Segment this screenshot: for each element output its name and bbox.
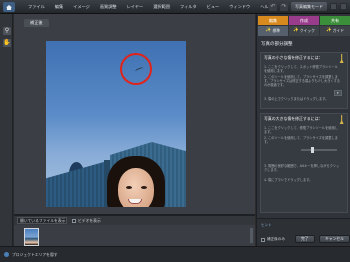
section2-title: 写真の大きな傷を修正するには： <box>264 116 323 121</box>
subtab-quick[interactable]: ✨ クイック <box>289 26 319 36</box>
panel-tabs: 編集 作成 共有 <box>258 16 350 25</box>
after-only-checkbox[interactable] <box>261 237 265 242</box>
wand-icon: ✨ <box>265 28 272 33</box>
highlight-circle <box>120 53 152 85</box>
minimize-button[interactable] <box>330 3 337 10</box>
right-eye-shape <box>141 186 147 189</box>
tab-share[interactable]: 共有 <box>320 16 350 25</box>
zoom-tool-icon[interactable]: ⚲ <box>3 27 11 35</box>
show-video-checkbox[interactable] <box>72 219 76 223</box>
menu-edit[interactable]: 編集 <box>50 0 68 14</box>
section2-step2: 2. このツールを使用して、ブラシサイズを調整します。 <box>264 136 338 145</box>
menu-file[interactable]: ファイル <box>23 0 50 14</box>
section2-step4: 4. 傷にブラシでドラッグします。 <box>264 178 313 182</box>
healing-brush-icon[interactable] <box>339 115 344 124</box>
photo-canvas[interactable] <box>46 41 186 207</box>
subtab-full-label: 標準 <box>272 28 281 33</box>
menu-window[interactable]: ウィンドウ <box>224 0 255 14</box>
tips-link[interactable]: ヒント <box>261 223 272 228</box>
hand-tool-icon[interactable]: ✋ <box>3 39 11 47</box>
tab-edit[interactable]: 編集 <box>258 16 288 25</box>
cancel-button[interactable]: キャンセル <box>319 235 350 243</box>
small-blemish-section: 写真の小さな傷を修正するには： 1. ここをクリックして、スポット修復ブラシツー… <box>260 52 348 109</box>
after-only-option: 補正後のみ <box>261 237 285 242</box>
done-button[interactable]: 完了 <box>295 235 315 243</box>
tab-create[interactable]: 作成 <box>289 16 319 25</box>
bin-scrollbar[interactable] <box>250 228 253 243</box>
status-bar: プロジェクトエリアを隠す <box>0 246 350 262</box>
after-only-label: 補正後のみ <box>267 237 285 241</box>
edit-mode-button[interactable]: 写真編集モード <box>291 2 327 11</box>
redo-icon[interactable]: ↷ <box>280 2 288 11</box>
menu-view[interactable]: ビュー <box>202 0 225 14</box>
menu-enhance[interactable]: 画質調整 <box>95 0 122 14</box>
menubar: ファイル 編集 イメージ 画質調整 レイヤー 選択範囲 フィルタ ビュー ウィン… <box>0 0 350 14</box>
home-icon[interactable] <box>3 2 15 12</box>
large-blemish-section: 写真の大きな傷を修正するには： 1. ここをクリックして、修復ブラシツールを使用… <box>260 113 348 213</box>
menu-image[interactable]: イメージ <box>68 0 95 14</box>
section2-step3: 3. 周囲の良好な範囲で、Altキーを押しながらクリックします。 <box>264 164 340 173</box>
edit-panel: 編集 作成 共有 ✨ 標準 ✨ クイック ✨ ガイド 写真の部分調整 写真の小さ… <box>256 14 350 246</box>
bin-dropdown[interactable]: 開いているファイルを表示 <box>17 217 67 224</box>
menu-select[interactable]: 選択範囲 <box>148 0 175 14</box>
left-eye-shape <box>126 186 132 189</box>
section1-step2: 2. このツールを使用して、ブラシサイズを調整します。ブラシサイズは修正する傷よ… <box>264 75 340 88</box>
menu-layer[interactable]: レイヤー <box>122 0 149 14</box>
subtab-guided-label: ガイド <box>332 28 344 33</box>
section2-step1: 1. ここをクリックして、修復ブラシツールを使用します。 <box>264 126 338 135</box>
project-bin <box>14 225 255 246</box>
project-bin-header: 開いているファイルを表示 ビデオを表示 <box>14 216 255 225</box>
section1-step3: 3. 傷の上でクリックまたはドラッグします。 <box>264 97 329 101</box>
subtab-guided[interactable]: ✨ ガイド <box>320 26 350 36</box>
toolbox: ⚲ ✋ <box>0 14 13 246</box>
brush-size-stepper[interactable]: ▾ <box>334 90 342 96</box>
section1-step1: 1. ここをクリックして、スポット修復ブラシツールを使用します。 <box>264 65 338 74</box>
subtab-full[interactable]: ✨ 標準 <box>258 26 288 36</box>
photo-thumbnail[interactable] <box>24 228 39 246</box>
section1-title: 写真の小さな傷を修正するには： <box>264 55 323 60</box>
brush-size-slider[interactable] <box>301 147 337 153</box>
wand-icon: ✨ <box>293 28 299 33</box>
show-video-label: ビデオを表示 <box>78 218 101 223</box>
subtab-quick-label: クイック <box>299 28 315 33</box>
bin-option: ビデオを表示 <box>72 218 101 224</box>
wand-icon: ✨ <box>326 28 332 33</box>
document-tab[interactable]: 補正後 <box>24 19 49 27</box>
hide-project-bin-text[interactable]: プロジェクトエリアを隠す <box>12 252 58 258</box>
main-menu: ファイル 編集 イメージ 画質調整 レイヤー 選択範囲 フィルタ ビュー ウィン… <box>23 0 278 14</box>
panel-footer: ヒント 補正後のみ 完了 キャンセル <box>257 218 350 246</box>
spot-healing-brush-icon[interactable] <box>339 54 344 63</box>
menu-filter[interactable]: フィルタ <box>175 0 202 14</box>
image-workspace: 補正後 <box>14 14 255 214</box>
slider-thumb[interactable] <box>311 147 314 153</box>
edit-subtabs: ✨ 標準 ✨ クイック ✨ ガイド <box>258 26 350 36</box>
panel-title: 写真の部分調整 <box>261 42 293 47</box>
close-button[interactable] <box>340 3 347 10</box>
project-bin-toggle-icon[interactable] <box>4 252 9 257</box>
window-controls: ↶ ↷ 写真編集モード <box>269 2 347 11</box>
undo-icon[interactable]: ↶ <box>269 2 277 11</box>
